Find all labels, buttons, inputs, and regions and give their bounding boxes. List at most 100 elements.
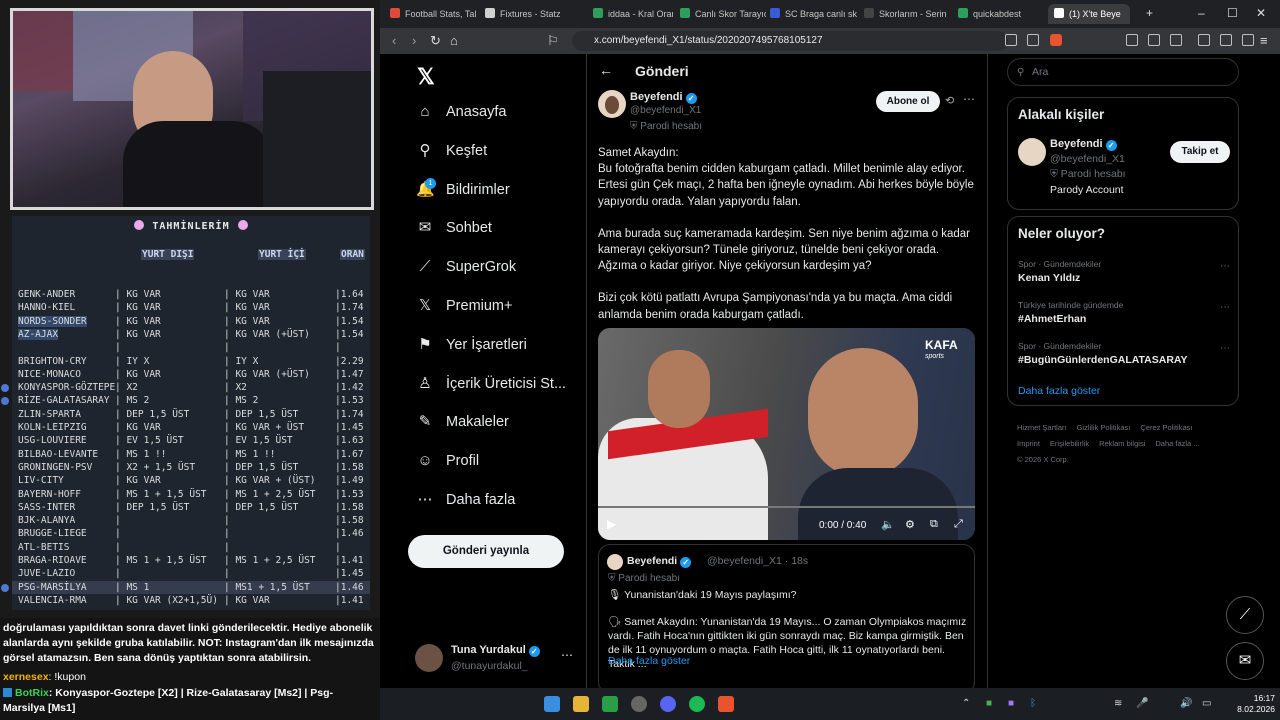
cast-icon[interactable] <box>1005 34 1017 46</box>
download-icon[interactable] <box>1170 34 1182 46</box>
discord-icon[interactable] <box>660 696 676 712</box>
more-icon[interactable]: ⋯ <box>1220 302 1230 313</box>
home-icon[interactable]: ⌂ <box>450 33 458 48</box>
url-field[interactable]: x.com/beyefendi_X1/status/20202074957681… <box>572 31 1008 51</box>
menu-icon[interactable]: ≡ <box>1260 33 1268 48</box>
browser-tab[interactable]: Fixtures - Statz <box>485 4 585 24</box>
maximize-button[interactable]: ☐ <box>1227 6 1238 20</box>
mic-icon[interactable]: 🎤 <box>1136 698 1148 709</box>
nav-item-x-premium[interactable]: 𝕏 Premium+ <box>416 293 513 319</box>
messages-fab-icon[interactable]: ✉ <box>1226 642 1264 680</box>
volume-icon[interactable]: 🔊 <box>1180 698 1192 709</box>
browser-tab[interactable]: Football Stats, Tal <box>390 4 480 24</box>
media-icon[interactable] <box>1198 34 1210 46</box>
more-icon[interactable]: ⋯ <box>963 92 975 106</box>
network-icon[interactable]: ▭ <box>1202 698 1211 709</box>
pred-yi: | KG VAR (+ÜST) <box>224 368 310 380</box>
related-name[interactable]: Beyefendi ✓ <box>1050 138 1117 151</box>
nav-item-search[interactable]: ⚲ Keşfet <box>416 138 488 164</box>
trend-item[interactable]: Spor · Gündemdekiler Kenan Yıldız ⋯ <box>1018 259 1230 284</box>
pred-match: USG-LOUVIERE <box>18 435 87 447</box>
author-avatar[interactable] <box>598 90 626 118</box>
pred-yd: | X2 + 1,5 ÜST <box>115 461 196 473</box>
footer-link[interactable]: Imprint <box>1017 439 1040 448</box>
browser-tab[interactable]: Canlı Skor Tarayıc <box>680 4 766 24</box>
volume-icon[interactable]: 🔈 <box>881 518 895 531</box>
show-more-link[interactable]: Daha fazla göster <box>1018 385 1100 397</box>
play-icon[interactable]: ▶ <box>607 517 616 531</box>
nav-item-mail[interactable]: ✉ Sohbet <box>416 215 492 241</box>
trend-item[interactable]: Spor · Gündemdekiler #BugünGünlerdenGALAT… <box>1018 341 1230 366</box>
footer-link[interactable]: © 2026 X Corp. <box>1017 455 1069 464</box>
avatar[interactable] <box>1018 138 1046 166</box>
pred-match: LIV-CITY <box>18 475 64 487</box>
more-icon[interactable]: ⋯ <box>561 648 573 662</box>
nav-item-profile[interactable]: ☺ Profil <box>416 448 479 474</box>
browser-tab[interactable]: Skorlarım - Serin <box>864 4 952 24</box>
settings-icon[interactable]: ⚙ <box>905 518 915 531</box>
spotify-icon[interactable] <box>689 696 705 712</box>
tray-app-icon[interactable]: ■ <box>986 698 992 709</box>
grok-icon[interactable]: ⟲ <box>945 94 954 107</box>
tab-favicon-icon <box>864 8 874 18</box>
nav-item-bell[interactable]: 🔔 Bildirimler 1 <box>416 177 510 203</box>
more-icon[interactable]: ⋯ <box>1220 261 1230 272</box>
bookmark-icon[interactable]: ⚐ <box>547 33 559 49</box>
back-icon[interactable]: ‹ <box>392 33 396 48</box>
system-clock[interactable]: 16:17 8.02.2026 <box>1233 693 1275 715</box>
subscribe-button[interactable]: Abone ol <box>876 91 940 112</box>
forward-icon[interactable]: › <box>412 33 416 48</box>
grok-fab-icon[interactable]: ⟋ <box>1226 596 1264 634</box>
obs-icon[interactable] <box>631 696 647 712</box>
pip-icon[interactable]: ⧉ <box>930 518 938 531</box>
share-icon[interactable] <box>1027 34 1039 46</box>
nav-item-home[interactable]: ⌂ Anasayfa <box>416 99 506 125</box>
video-player[interactable]: KAFA sports ▶ 0:00 / 0:40 🔈 ⚙ ⧉ ⤢ <box>598 328 975 540</box>
x-logo-icon[interactable]: 𝕏 <box>417 64 435 90</box>
close-window-button[interactable]: ✕ <box>1256 6 1266 20</box>
footer-link[interactable]: Erişilebilirlik <box>1050 439 1089 448</box>
more-icon[interactable]: ⋯ <box>1220 343 1230 354</box>
search-input[interactable]: ⚲ Ara <box>1007 58 1239 86</box>
post-button[interactable]: Gönderi yayınla <box>408 535 564 568</box>
author-handle[interactable]: @beyefendi_X1 <box>630 105 701 116</box>
explorer-icon[interactable] <box>573 696 589 712</box>
excel-icon[interactable] <box>602 696 618 712</box>
puzzle-icon[interactable] <box>1148 34 1160 46</box>
nav-item-articles[interactable]: ✎ Makaleler <box>416 409 509 435</box>
tray-chevron-icon[interactable]: ⌃ <box>962 698 970 709</box>
sidebar-icon[interactable] <box>1220 34 1232 46</box>
minimize-button[interactable]: – <box>1198 6 1205 20</box>
footer-link[interactable]: Hizmet Şartları <box>1017 423 1067 432</box>
nav-item-more[interactable]: ⋯ Daha fazla <box>416 487 516 513</box>
footer-link[interactable]: Çerez Politikası <box>1140 423 1192 432</box>
back-arrow-icon[interactable]: ← <box>599 62 613 78</box>
quoted-post[interactable]: Beyefendi ✓ @beyefendi_X1 · 18s ⛨ Parodi … <box>598 544 975 694</box>
browser-tab[interactable]: SC Braga canlı sk <box>770 4 858 24</box>
nav-item-creator[interactable]: ♙ İçerik Üreticisi St... <box>416 371 566 397</box>
show-more-link[interactable]: Daha fazla göster <box>608 655 690 667</box>
brave-icon[interactable] <box>718 696 734 712</box>
new-tab-button[interactable]: + <box>1146 6 1153 20</box>
bluetooth-icon[interactable]: ᛒ <box>1030 698 1036 709</box>
author-name[interactable]: Beyefendi ✓ <box>630 91 697 104</box>
nav-item-bookmark[interactable]: ⚑ Yer İşaretleri <box>416 332 527 358</box>
account-switcher[interactable]: Tuna Yurdakul ✓ @tunayurdakul_ ⋯ <box>415 642 580 682</box>
reload-icon[interactable]: ↻ <box>430 33 441 49</box>
browser-tab[interactable]: iddaa - Kral Oran <box>593 4 673 24</box>
wallet-icon[interactable] <box>1242 34 1254 46</box>
wifi-icon[interactable]: ≋ <box>1114 698 1122 709</box>
follow-button[interactable]: Takip et <box>1170 141 1230 163</box>
footer-link[interactable]: Daha fazla ... <box>1155 439 1199 448</box>
nav-item-grok[interactable]: ⟋ SuperGrok <box>416 254 516 280</box>
browser-tab[interactable]: (1) X'te Beye <box>1048 4 1130 24</box>
footer-link[interactable]: Gizlilik Politikası <box>1077 423 1131 432</box>
footer-link[interactable]: Reklam bilgisi <box>1099 439 1145 448</box>
tray-app-icon[interactable]: ■ <box>1008 698 1014 709</box>
browser-tab[interactable]: quickabdest <box>958 4 1044 24</box>
brave-shield-icon[interactable] <box>1050 34 1062 46</box>
extension-icon[interactable] <box>1126 34 1138 46</box>
trend-item[interactable]: Türkiye tarihinde gündemde #AhmetErhan ⋯ <box>1018 300 1230 325</box>
fullscreen-icon[interactable]: ⤢ <box>954 518 963 531</box>
start-icon[interactable] <box>544 696 560 712</box>
